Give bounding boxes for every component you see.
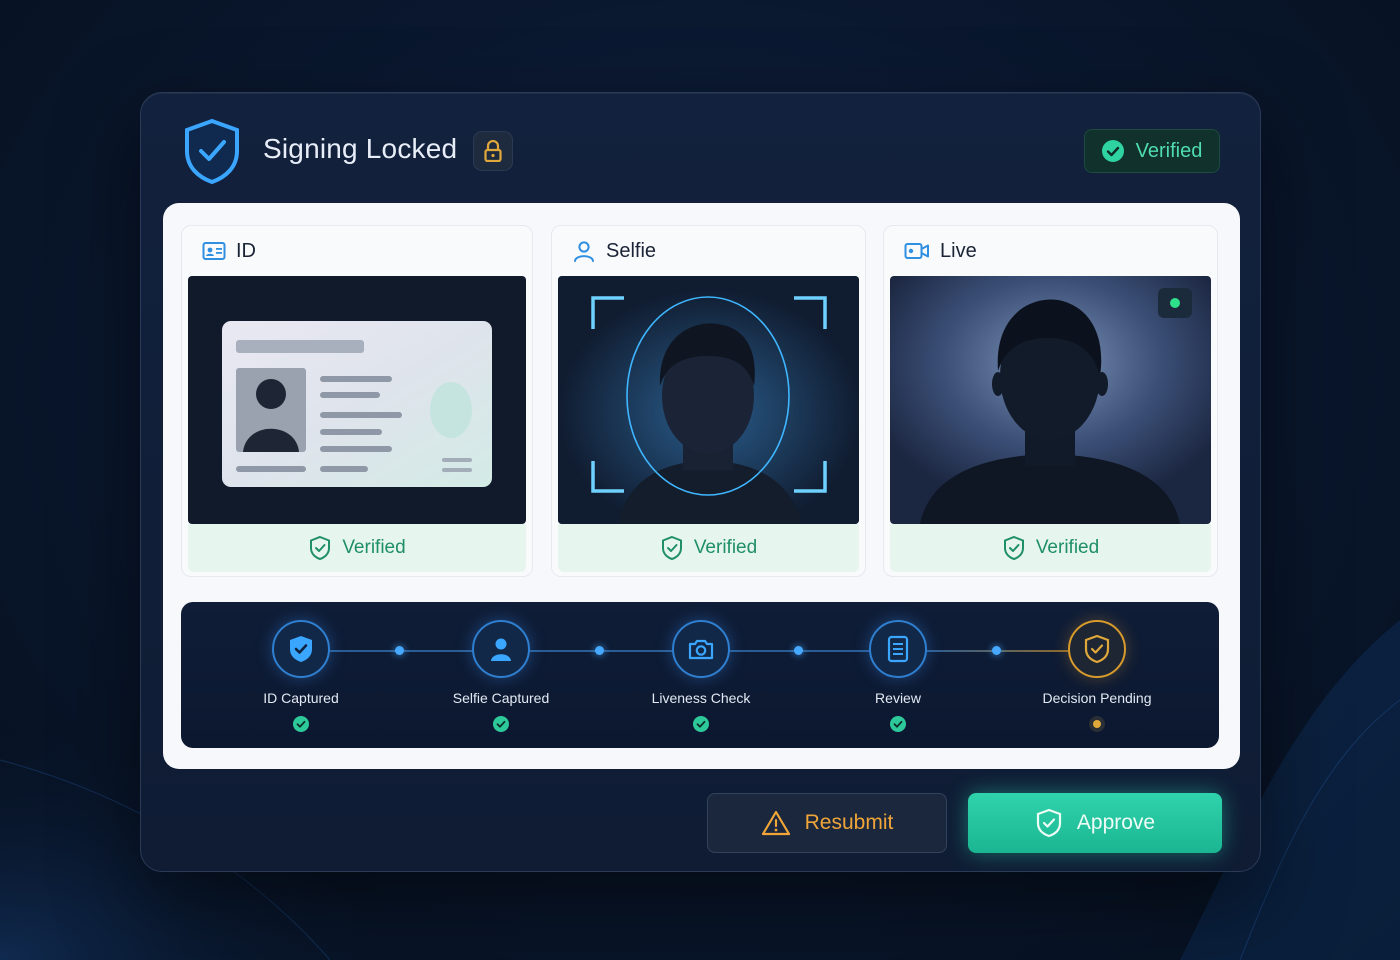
video-camera-icon <box>904 243 929 259</box>
approve-button[interactable]: Approve <box>968 793 1222 853</box>
selfie-card-status-label: Verified <box>693 537 758 558</box>
id-card-title: ID <box>236 239 256 262</box>
live-card-status-label: Verified <box>1035 537 1100 558</box>
selfie-card-header: Selfie <box>552 226 865 276</box>
step-label: Selfie Captured <box>452 690 550 706</box>
verification-panel: Signing Locked Verified ID Verified Self… <box>140 92 1261 872</box>
step-label: Review <box>875 690 921 706</box>
document-icon <box>887 635 909 663</box>
selfie-image <box>558 276 859 524</box>
live-card-status: Verified <box>890 524 1211 572</box>
selfie-preview[interactable] <box>558 276 859 524</box>
step-connector-dot <box>992 646 1001 655</box>
check-circle-icon <box>1101 140 1124 162</box>
shield-check-icon <box>1084 634 1110 664</box>
verified-status-badge: Verified <box>1084 129 1220 173</box>
user-icon <box>574 241 594 262</box>
step-connector-dot <box>395 646 404 655</box>
step-id-captured[interactable]: ID Captured <box>211 620 391 737</box>
step-label: Liveness Check <box>651 690 751 706</box>
resubmit-button[interactable]: Resubmit <box>707 793 947 853</box>
live-camera-feed[interactable] <box>890 276 1211 524</box>
verification-progress: ID Captured Selfie Captured Liveness Che… <box>181 602 1219 748</box>
shield-check-icon <box>1036 808 1061 838</box>
step-connector-dot <box>794 646 803 655</box>
step-decision-pending[interactable]: Decision Pending <box>1007 620 1187 737</box>
step-connector-dot <box>595 646 604 655</box>
step-selfie-captured[interactable]: Selfie Captured <box>411 620 591 737</box>
shield-check-icon <box>1003 535 1024 561</box>
user-icon <box>491 638 511 661</box>
check-circle-icon <box>293 716 309 732</box>
step-label: Decision Pending <box>1042 690 1152 706</box>
camera-icon <box>688 639 714 660</box>
page-title: Signing Locked <box>263 133 458 164</box>
live-card-title: Live <box>940 239 977 262</box>
check-circle-icon <box>693 716 709 732</box>
step-label: ID Captured <box>263 690 339 706</box>
id-card-icon <box>202 242 226 260</box>
lock-icon <box>484 140 502 162</box>
live-card-header: Live <box>884 226 1217 276</box>
verified-status-label: Verified <box>1135 139 1203 162</box>
check-circle-icon <box>890 716 906 732</box>
check-circle-icon <box>493 716 509 732</box>
shield-check-icon <box>185 118 239 185</box>
id-card-header: ID <box>182 226 532 276</box>
pending-dot-icon <box>1089 716 1105 732</box>
step-icon-container <box>1068 620 1126 678</box>
selfie-card-status: Verified <box>558 524 859 572</box>
shield-check-icon <box>661 535 682 561</box>
live-card: Live Verified <box>883 225 1218 577</box>
id-card-status: Verified <box>188 524 526 572</box>
warning-icon <box>761 810 790 836</box>
step-icon-container <box>472 620 530 678</box>
selfie-card-title: Selfie <box>606 239 657 262</box>
step-review[interactable]: Review <box>808 620 988 737</box>
approve-label: Approve <box>1076 811 1156 834</box>
selfie-card: Selfie Verified <box>551 225 866 577</box>
resubmit-label: Resubmit <box>804 811 894 834</box>
id-document-image <box>222 321 492 487</box>
verification-content: ID Verified Selfie Verified Live Verifie… <box>163 203 1240 769</box>
live-feed-image <box>890 276 1211 524</box>
shield-check-icon <box>290 636 312 662</box>
step-liveness-check[interactable]: Liveness Check <box>611 620 791 737</box>
id-card: ID Verified <box>181 225 533 577</box>
lock-badge <box>473 131 513 171</box>
shield-check-icon <box>310 535 331 561</box>
id-document-preview[interactable] <box>188 276 526 524</box>
step-icon-container <box>869 620 927 678</box>
step-icon-container <box>272 620 330 678</box>
step-icon-container <box>672 620 730 678</box>
id-card-status-label: Verified <box>342 537 406 558</box>
